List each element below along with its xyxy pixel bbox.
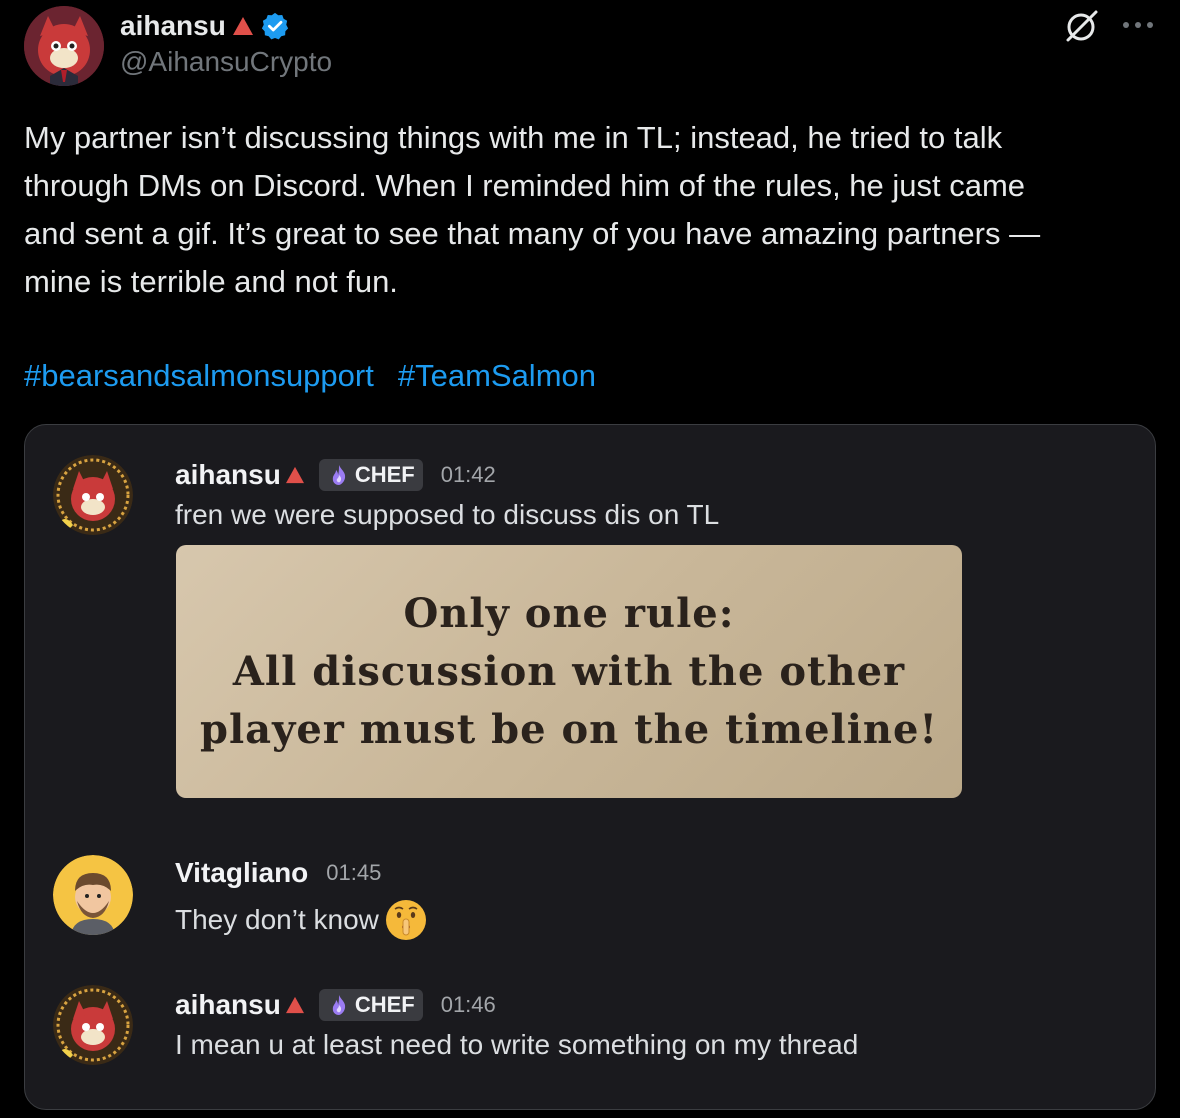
flame-icon bbox=[332, 465, 345, 485]
red-triangle-icon bbox=[232, 17, 253, 35]
role-tag[interactable]: CHEF bbox=[318, 459, 423, 491]
media-attachment[interactable]: aihansu CHEF 01:42 fren we were supposed… bbox=[24, 424, 1156, 1110]
message-text-row: They don’t know bbox=[175, 897, 429, 943]
author-name-row: aihansu bbox=[120, 8, 290, 44]
discord-avatar bbox=[53, 855, 133, 935]
red-triangle-icon bbox=[285, 996, 304, 1014]
message-text: fren we were supposed to discuss dis on … bbox=[175, 499, 720, 530]
flame-icon bbox=[332, 995, 345, 1015]
rule-image-line: player must be on the timeline! bbox=[200, 705, 938, 753]
role-tag[interactable]: CHEF bbox=[318, 989, 423, 1021]
verified-badge-icon bbox=[261, 12, 288, 40]
discord-avatar bbox=[53, 985, 133, 1065]
message-text: They don’t know bbox=[175, 904, 379, 935]
more-icon[interactable] bbox=[1116, 10, 1160, 40]
shushing-face-icon bbox=[385, 900, 426, 940]
discord-username[interactable]: Vitagliano bbox=[175, 857, 308, 889]
message-timestamp: 01:46 bbox=[440, 992, 496, 1017]
role-label: CHEF bbox=[354, 462, 415, 487]
hashtag-link[interactable]: #bearsandsalmonsupport bbox=[24, 358, 374, 393]
discord-username[interactable]: aihansu bbox=[175, 459, 281, 491]
message-timestamp: 01:45 bbox=[326, 860, 382, 885]
author-avatar[interactable] bbox=[24, 6, 104, 86]
grok-icon[interactable] bbox=[1062, 6, 1102, 46]
discord-username[interactable]: aihansu bbox=[175, 989, 281, 1021]
rule-image-line: All discussion with the other bbox=[232, 647, 906, 695]
hashtags: #bearsandsalmonsupport #TeamSalmon bbox=[24, 352, 596, 400]
author-handle[interactable]: @AihansuCrypto bbox=[120, 46, 332, 78]
role-label: CHEF bbox=[354, 992, 415, 1017]
rule-image-line: Only one rule: bbox=[403, 589, 735, 637]
tweet-text: My partner isn’t discussing things with … bbox=[24, 120, 1041, 299]
red-triangle-icon bbox=[285, 466, 304, 484]
rule-image[interactable]: Only one rule: All discussion with the o… bbox=[176, 545, 962, 798]
message-text: I mean u at least need to write somethin… bbox=[175, 1029, 859, 1060]
message-timestamp: 01:42 bbox=[440, 462, 496, 487]
discord-avatar bbox=[53, 455, 133, 535]
hashtag-link[interactable]: #TeamSalmon bbox=[398, 358, 596, 393]
author-display-name[interactable]: aihansu bbox=[120, 10, 226, 42]
